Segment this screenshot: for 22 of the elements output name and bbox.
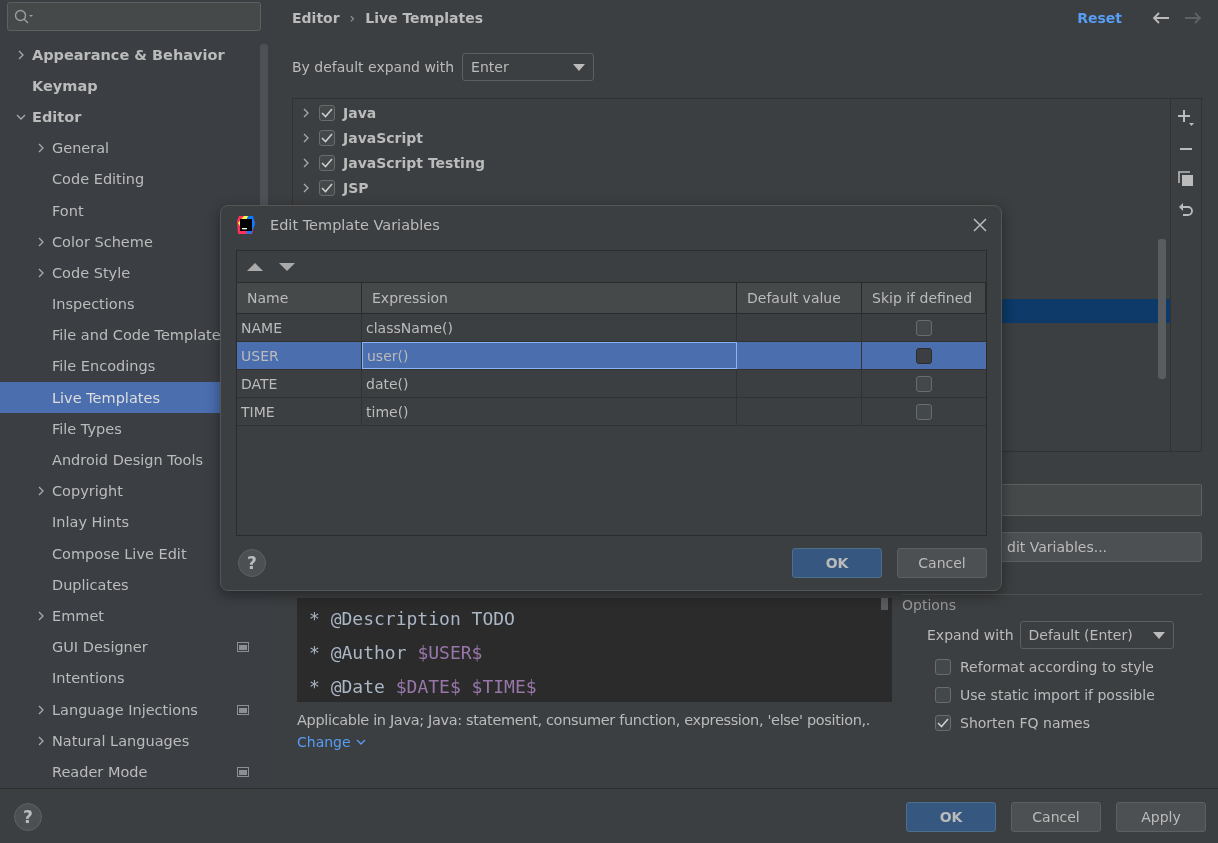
table-cell: NAME — [237, 314, 362, 341]
table-cell: DATE — [237, 370, 362, 397]
checkbox-label: Use static import if possible — [960, 687, 1155, 703]
options-title: Options — [902, 597, 958, 613]
dialog-title: Edit Template Variables — [270, 217, 440, 233]
table-cell: time() — [362, 398, 737, 425]
breadcrumb-item: Editor — [292, 10, 340, 26]
expand-label: By default expand with — [292, 59, 455, 75]
expand-with-label: Expand with — [927, 627, 1014, 643]
breadcrumb-item: Live Templates — [365, 10, 483, 26]
table-cell: user() — [362, 342, 737, 369]
table-cell: USER — [237, 342, 362, 369]
checkbox-label: Reformat according to style — [960, 659, 1154, 675]
table-cell: date() — [362, 370, 737, 397]
code-line: * @Date $DATE$ $TIME$ — [309, 675, 537, 699]
applicable-contexts-text: Applicable in Java; Java: statement, consumer function, expression, 'else' position,. — [297, 712, 872, 728]
code-line: * @Author $USER$ — [309, 641, 483, 665]
checkbox-label: Shorten FQ names — [960, 715, 1091, 731]
table-cell: className() — [362, 314, 737, 341]
code-line: * @Description TODO — [309, 607, 515, 631]
table-cell: TIME — [237, 398, 362, 425]
breadcrumb-separator-icon: › — [349, 10, 356, 26]
